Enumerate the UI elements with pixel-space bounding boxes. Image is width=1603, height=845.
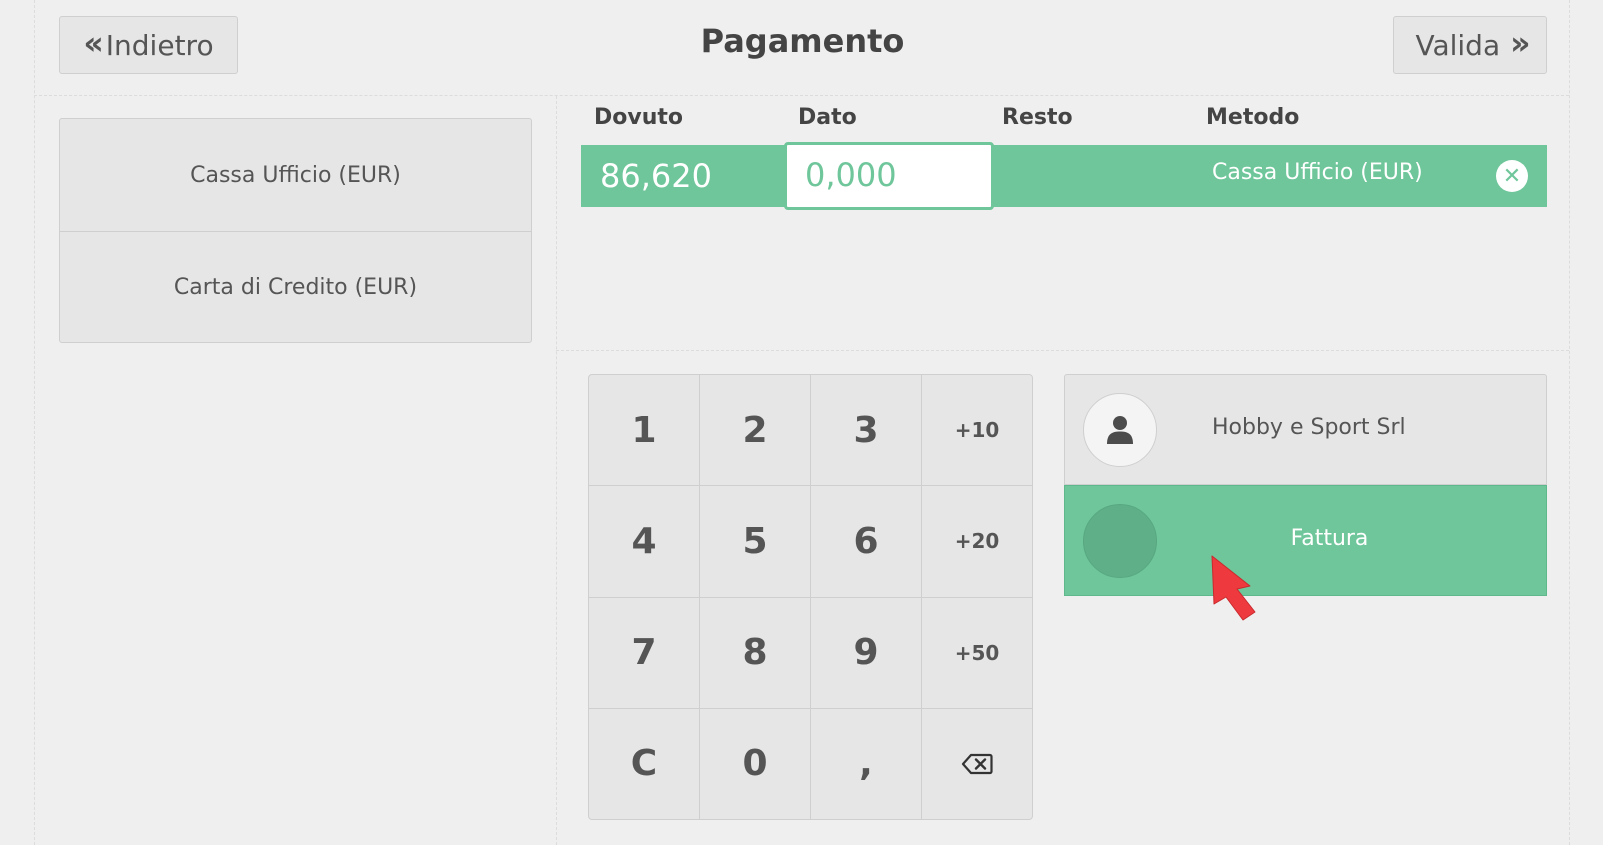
column-header-given: Dato [798,105,857,130]
numpad-key-clear[interactable]: C [589,708,699,819]
back-label: Indietro [105,28,214,62]
user-icon [1107,416,1133,444]
numpad-key-backspace[interactable] [922,708,1032,819]
numpad-key-plus50[interactable]: +50 [922,597,1032,708]
paymentline-due: 86,620 [600,157,712,195]
paymentline-method: Cassa Ufficio (EUR) [1212,160,1423,185]
pointer-arrow-icon [1211,555,1256,621]
numpad-key-0[interactable]: 0 [700,708,810,819]
double-chevron-left-icon: ‹‹ [83,24,104,62]
header-divider [34,95,1569,96]
double-chevron-right-icon: ›› [1510,24,1531,62]
column-header-due: Dovuto [594,105,684,130]
backspace-icon [961,753,993,774]
numpad-key-7[interactable]: 7 [589,597,699,708]
frame-divider [1569,0,1570,845]
customer-name: Hobby e Sport Srl [1212,415,1406,440]
paymentline-given-input[interactable]: 0,000 [784,142,994,210]
numpad-key-3[interactable]: 3 [811,375,921,486]
payment-screen: ‹‹ Indietro Pagamento Valida ›› Cassa Uf… [0,0,1603,845]
validate-button[interactable]: Valida ›› [1393,16,1547,74]
numpad-key-8[interactable]: 8 [700,597,810,708]
customer-button[interactable]: Hobby e Sport Srl [1064,374,1547,485]
payment-methods-list: Cassa Ufficio (EUR) Carta di Credito (EU… [59,118,532,343]
avatar [1083,393,1157,467]
back-button[interactable]: ‹‹ Indietro [59,16,238,74]
frame-divider [556,96,557,845]
delete-paymentline-icon[interactable]: ✕ [1496,160,1528,192]
invoice-toggle[interactable]: Fattura [1064,485,1547,596]
page-title: Pagamento [700,22,905,60]
numpad-key-6[interactable]: 6 [811,486,921,597]
numpad-key-plus10[interactable]: +10 [922,375,1032,486]
numpad: 1 2 3 +10 4 5 6 +20 7 8 9 +50 C 0 , [588,374,1033,820]
numpad-key-comma[interactable]: , [811,708,921,819]
numpad-key-1[interactable]: 1 [589,375,699,486]
numpad-key-5[interactable]: 5 [700,486,810,597]
numpad-key-2[interactable]: 2 [700,375,810,486]
frame-divider [34,0,35,845]
payment-method-cash[interactable]: Cassa Ufficio (EUR) [60,119,531,231]
paymentline-selected[interactable]: 86,620 0,000 Cassa Ufficio (EUR) ✕ [581,142,1547,210]
column-header-method: Metodo [1206,105,1300,130]
invoice-label: Fattura [1290,526,1369,551]
payment-method-credit-card[interactable]: Carta di Credito (EUR) [60,231,531,342]
numpad-key-4[interactable]: 4 [589,486,699,597]
validate-label: Valida [1415,28,1501,62]
numpad-key-9[interactable]: 9 [811,597,921,708]
numpad-key-plus20[interactable]: +20 [922,486,1032,597]
column-header-change: Resto [1002,105,1073,130]
section-divider [556,350,1569,351]
